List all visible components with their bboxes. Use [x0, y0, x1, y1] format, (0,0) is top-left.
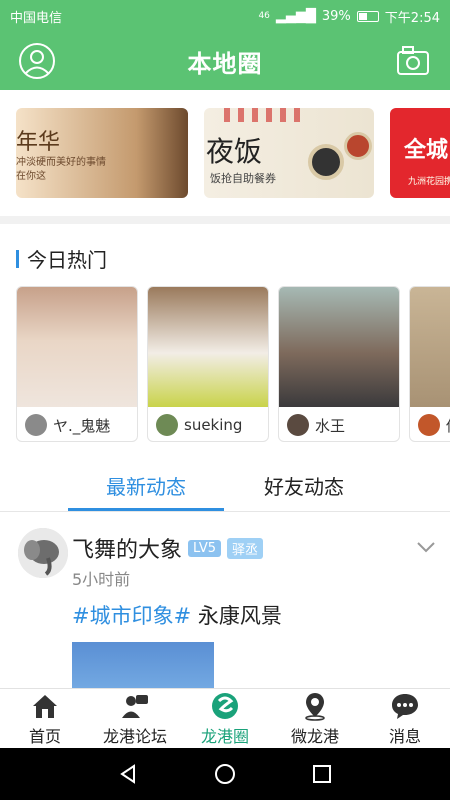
post-image[interactable]: [72, 642, 214, 688]
post-body: 永康风景: [191, 604, 282, 628]
banner-3[interactable]: 全城 九洲花园携手: [390, 108, 450, 198]
banner-3-sub: 九洲花园携手: [408, 177, 450, 187]
post-author-name[interactable]: 飞舞的大象: [72, 532, 182, 564]
nav-circle-label: 龙港圈: [200, 726, 249, 746]
banner-3-title: 全城: [404, 138, 449, 163]
nav-messages-label: 消息: [388, 726, 421, 746]
banner-2[interactable]: 夜饭 饭抢自助餐券: [204, 108, 374, 198]
feed-post[interactable]: 飞舞的大象 LV5 驿丞 5小时前 #城市印象# 永康风景: [0, 512, 450, 688]
avatar: [25, 414, 47, 436]
hot-section-header: 今日热门: [16, 244, 107, 273]
banner-2-title: 夜饭: [206, 135, 263, 168]
nav-micro[interactable]: 微龙港: [270, 689, 360, 748]
hot-card-user: ヤ._鬼魅: [53, 416, 111, 435]
signal-label: 46: [258, 11, 270, 21]
back-icon[interactable]: [117, 763, 139, 785]
app-bar: 本地圈: [0, 32, 450, 90]
post-avatar[interactable]: [18, 528, 68, 578]
banner-2-sub: 饭抢自助餐券: [210, 172, 276, 185]
signal-icon: ▂▄▆█: [275, 8, 316, 24]
hot-card-photo: [17, 287, 137, 407]
system-nav-bar: [0, 748, 450, 800]
hot-list[interactable]: ヤ._鬼魅 sueking 水王 你: [0, 286, 450, 442]
nav-micro-label: 微龙港: [290, 726, 339, 746]
nav-circle[interactable]: 龙港圈: [180, 689, 270, 748]
role-badge: 驿丞: [227, 537, 264, 559]
battery-icon: [356, 10, 379, 22]
banner-1-sub: 冲淡硬而美好的事情 在你这: [16, 157, 106, 182]
hot-card[interactable]: sueking: [147, 286, 269, 442]
tab-friends[interactable]: 好友动态: [226, 458, 382, 512]
hot-card-user: 你: [446, 415, 450, 436]
nav-home-label: 首页: [28, 726, 61, 746]
nav-messages[interactable]: 消息: [360, 689, 450, 748]
hot-section-title: 今日热门: [27, 248, 107, 272]
banner-1[interactable]: 年华 冲淡硬而美好的事情 在你这: [16, 108, 188, 198]
avatar: [287, 414, 309, 436]
hot-card[interactable]: ヤ._鬼魅: [16, 286, 138, 442]
profile-icon[interactable]: [18, 42, 56, 80]
page-title: 本地圈: [187, 49, 263, 78]
nav-home[interactable]: 首页: [0, 689, 90, 748]
banner-1-title: 年华: [16, 130, 61, 155]
avatar: [418, 414, 440, 436]
post-time: 5小时前: [72, 570, 131, 589]
elephant-avatar-icon: [18, 528, 68, 578]
tab-indicator: [68, 508, 224, 511]
clock: 下午2:54: [384, 10, 440, 26]
hot-card-photo: [410, 287, 450, 407]
hot-card[interactable]: 水王: [278, 286, 400, 442]
nav-forum-label: 龙港论坛: [102, 726, 167, 746]
food-bowl-icon: [308, 144, 344, 180]
section-marker: [16, 249, 19, 268]
hot-card-user: 水王: [315, 416, 346, 435]
dragon-circle-icon: [212, 692, 238, 719]
home-circle-icon[interactable]: [214, 763, 236, 785]
feed-tabs: 最新动态 好友动态: [0, 458, 450, 512]
banner-carousel[interactable]: 年华 冲淡硬而美好的事情 在你这 夜饭 饭抢自助餐券 全城 九洲花园携手: [0, 90, 450, 216]
avatar: [156, 414, 178, 436]
location-pin-icon: [305, 692, 325, 721]
bottom-nav: 首页 龙港论坛 龙港圈 微龙港 消息: [0, 688, 450, 748]
post-text: #城市印象# 永康风景: [72, 600, 282, 630]
level-badge: LV5: [188, 539, 221, 557]
chevron-down-icon[interactable]: [416, 540, 436, 554]
camera-icon[interactable]: [396, 44, 430, 78]
tab-latest[interactable]: 最新动态: [68, 458, 224, 512]
plum-blossom-decor: [224, 108, 304, 122]
topic-tag[interactable]: #城市印象#: [72, 604, 191, 628]
nav-forum[interactable]: 龙港论坛: [90, 689, 180, 748]
carrier-label: 中国电信: [10, 10, 63, 26]
message-icon: [392, 693, 418, 719]
recents-icon[interactable]: [311, 763, 333, 785]
post-author: 飞舞的大象 LV5 驿丞: [72, 532, 264, 564]
home-icon: [33, 694, 57, 718]
food-bowl-icon: [344, 132, 372, 160]
hot-card-photo: [279, 287, 399, 407]
hot-card-user: sueking: [184, 416, 243, 434]
battery-percent: 39%: [321, 8, 351, 24]
hot-card[interactable]: 你: [409, 286, 450, 442]
hot-card-photo: [148, 287, 268, 407]
section-divider: [0, 216, 450, 224]
forum-icon: [122, 694, 148, 718]
status-bar: 中国电信 46 ▂▄▆█ 39% 下午2:54: [0, 0, 450, 32]
